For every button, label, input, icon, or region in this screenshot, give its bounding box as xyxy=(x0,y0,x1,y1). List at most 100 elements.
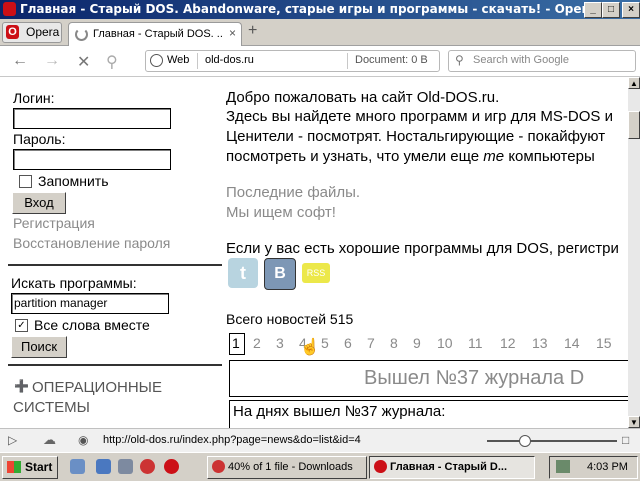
task-opera[interactable]: Главная - Старый D... xyxy=(369,456,535,479)
rss-icon[interactable]: RSS xyxy=(302,263,330,283)
key-icon[interactable]: ⚲ xyxy=(106,52,118,72)
tab-close-icon[interactable]: × xyxy=(229,26,236,40)
page-5[interactable]: 5 xyxy=(321,335,329,351)
program-search-input[interactable]: partition manager xyxy=(11,293,169,314)
news-headline[interactable]: Вышел №37 журнала D xyxy=(364,367,584,390)
windows-logo-icon xyxy=(7,461,21,473)
intro-line-3-end: компьютеры xyxy=(508,148,595,165)
sidebar-divider xyxy=(8,264,222,266)
seeking-software-link[interactable]: Мы ищем софт! xyxy=(226,204,336,221)
category-os-line2[interactable]: СИСТЕМЫ xyxy=(13,399,90,416)
search-button[interactable]: Поиск xyxy=(11,336,67,358)
login-input[interactable] xyxy=(13,108,171,129)
page-3[interactable]: 3 xyxy=(276,335,284,351)
expand-plus-icon[interactable]: ➕ xyxy=(14,379,29,393)
windows-taskbar: Start 40% of 1 file - Downloads Главная … xyxy=(0,452,640,481)
intro-line-3-italic: те xyxy=(483,148,505,165)
start-label: Start xyxy=(25,460,53,474)
quicklaunch-explorer-icon[interactable] xyxy=(70,459,85,474)
clock[interactable]: 4:03 PM xyxy=(587,461,628,473)
zoom-slider-knob[interactable] xyxy=(519,435,531,447)
forward-arrow-icon[interactable]: → xyxy=(44,52,60,70)
twitter-icon[interactable]: t xyxy=(228,258,258,288)
recent-files-link[interactable]: Последние файлы. xyxy=(226,184,360,201)
stop-icon[interactable]: ✕ xyxy=(77,52,90,72)
url-text[interactable]: old-dos.ru xyxy=(205,54,254,66)
title-bar: Главная - Старый DOS. Abandonware, стары… xyxy=(0,0,640,19)
submit-software-text: Если у вас есть хорошие программы для DO… xyxy=(226,240,619,257)
status-bar: ▷ ☁ ◉ http://old-dos.ru/index.php?page=n… xyxy=(0,428,640,453)
hand-cursor-icon: ☝ xyxy=(300,339,320,356)
category-os-line1[interactable]: ОПЕРАЦИОННЫЕ xyxy=(32,379,162,396)
maximize-button[interactable]: □ xyxy=(602,2,620,18)
vertical-scrollbar[interactable]: ▲ ▼ xyxy=(628,77,640,428)
search-placeholder: Search with Google xyxy=(473,54,569,66)
page-6[interactable]: 6 xyxy=(344,335,352,351)
window-title: Главная - Старый DOS. Abandonware, стары… xyxy=(20,2,596,16)
intro-line-2: Ценители - посмотрят. Ностальгирующие - … xyxy=(226,128,606,145)
start-button[interactable]: Start xyxy=(2,456,58,479)
news-total: Всего новостей 515 xyxy=(226,311,354,327)
page-11[interactable]: 11 xyxy=(468,335,483,351)
all-words-label: Все слова вместе xyxy=(34,317,150,333)
program-search-value: partition manager xyxy=(14,296,108,310)
document-divider xyxy=(347,53,348,69)
site-identity-label: Web xyxy=(167,54,190,66)
vkontakte-icon[interactable]: В xyxy=(264,258,296,290)
register-link[interactable]: Регистрация xyxy=(13,215,95,231)
page-9[interactable]: 9 xyxy=(413,335,421,351)
loading-spinner-icon xyxy=(75,28,88,41)
quicklaunch-desktop-icon[interactable] xyxy=(118,459,133,474)
scroll-down-icon[interactable]: ▼ xyxy=(628,416,640,428)
intro-line-3: посмотреть и узнать, что умели еще те ко… xyxy=(226,148,595,165)
zoom-reset-icon[interactable]: □ xyxy=(622,433,629,447)
remember-checkbox[interactable] xyxy=(19,175,32,188)
page-13[interactable]: 13 xyxy=(532,335,548,351)
page-1[interactable]: 1 xyxy=(232,335,240,351)
page-15[interactable]: 15 xyxy=(596,335,612,351)
downloads-task-icon xyxy=(212,460,225,473)
intro-line-1: Здесь вы найдете много программ и игр дл… xyxy=(226,108,613,125)
new-tab-button[interactable]: + xyxy=(248,22,257,40)
opera-menu-button[interactable]: O Opera xyxy=(2,22,62,43)
search-programs-label: Искать программы: xyxy=(11,275,137,291)
page-14[interactable]: 14 xyxy=(564,335,580,351)
address-field[interactable]: Web old-dos.ru Document: 0 B xyxy=(145,50,440,72)
tab-bar: O Opera Главная - Старый DOS. ... × + xyxy=(0,19,640,46)
page-10[interactable]: 10 xyxy=(437,335,453,351)
restore-password-link[interactable]: Восстановление пароля xyxy=(13,235,170,251)
page-12[interactable]: 12 xyxy=(500,335,516,351)
remember-label: Запомнить xyxy=(38,173,109,189)
cloud-icon[interactable]: ☁ xyxy=(43,432,56,448)
news-body-box: На днях вышел №37 журнала: xyxy=(229,400,628,428)
back-arrow-icon[interactable]: ← xyxy=(12,52,28,70)
all-words-checkbox[interactable]: ✓ xyxy=(15,319,28,332)
quicklaunch-ie-icon[interactable] xyxy=(96,459,111,474)
opera-logo-icon: O xyxy=(6,25,19,39)
scroll-thumb[interactable] xyxy=(628,111,640,139)
task-downloads[interactable]: 40% of 1 file - Downloads xyxy=(207,456,367,479)
page-7[interactable]: 7 xyxy=(367,335,375,351)
login-button[interactable]: Вход xyxy=(12,192,66,214)
panel-toggle-icon[interactable]: ▷ xyxy=(8,433,17,447)
news-headline-box[interactable]: Вышел №37 журнала D xyxy=(229,360,628,397)
task-opera-label: Главная - Старый D... xyxy=(390,461,508,473)
task-downloads-label: 40% of 1 file - Downloads xyxy=(228,461,353,473)
close-button[interactable]: × xyxy=(622,2,640,18)
document-size: Document: 0 B xyxy=(355,54,428,66)
status-link: http://old-dos.ru/index.php?page=news&do… xyxy=(103,434,361,446)
quicklaunch-opera-icon[interactable] xyxy=(164,459,179,474)
scroll-up-icon[interactable]: ▲ xyxy=(628,77,640,89)
minimize-button[interactable]: _ xyxy=(584,2,602,18)
tab-title: Главная - Старый DOS. ... xyxy=(93,28,223,40)
welcome-heading: Добро пожаловать на сайт Old-DOS.ru. xyxy=(226,89,500,106)
zoom-slider-track[interactable] xyxy=(487,440,617,442)
tab-main-page[interactable]: Главная - Старый DOS. ... × xyxy=(68,22,242,46)
quicklaunch-firefox-icon[interactable] xyxy=(140,459,155,474)
page-2[interactable]: 2 xyxy=(253,335,261,351)
page-8[interactable]: 8 xyxy=(390,335,398,351)
password-input[interactable] xyxy=(13,149,171,170)
network-tray-icon[interactable] xyxy=(556,460,570,473)
speed-dial-icon[interactable]: ◉ xyxy=(78,433,88,447)
search-field[interactable]: ⚲ Search with Google xyxy=(448,50,636,72)
